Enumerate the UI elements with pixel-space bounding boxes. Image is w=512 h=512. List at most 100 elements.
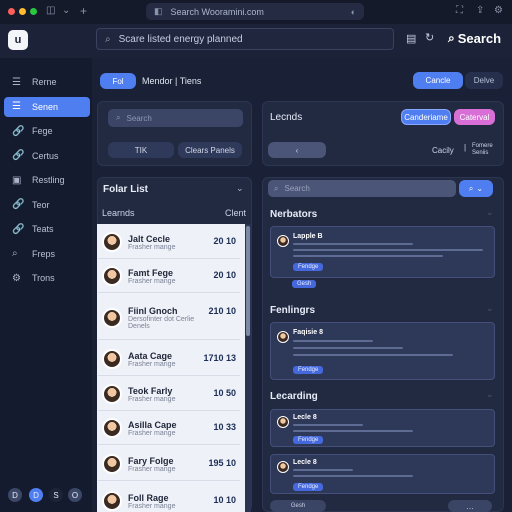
caterval-button[interactable]: Caterval — [454, 109, 495, 125]
sidebar-item-0[interactable]: ☰ Rerne — [4, 72, 90, 92]
list-item[interactable]: Foll Rage Frasher mange 10 10 — [98, 485, 240, 512]
card-tag[interactable]: Fendge — [293, 263, 324, 271]
share-icon[interactable]: ⇪ — [476, 5, 484, 16]
list-item[interactable]: Aata Cage Frasher mange 1710 13 — [98, 343, 240, 376]
search-input[interactable]: ⌕ Scare listed energy planned — [96, 28, 394, 50]
card-tag-button[interactable]: Gesh — [270, 500, 326, 512]
row-value: 10 10 — [213, 495, 236, 505]
row-value: 195 10 — [208, 458, 236, 468]
bottom-button-3[interactable]: S — [49, 488, 63, 502]
row-subtitle: Frasher mange — [128, 277, 176, 285]
row-value: 1710 13 — [203, 353, 236, 363]
sidebar-item-4[interactable]: ▣ Restling — [4, 170, 90, 190]
row-subtitle: Frasher mange — [128, 429, 176, 437]
settings-icon[interactable]: ⚙ — [494, 5, 503, 16]
list-item[interactable]: Jalt Cecle Frasher mange 20 10 — [98, 226, 240, 259]
new-tab-icon[interactable]: + — [80, 4, 87, 18]
search-button[interactable]: ⌕ Search — [448, 31, 501, 46]
bottom-button-4[interactable]: O — [68, 488, 82, 502]
app-logo[interactable]: u — [8, 30, 28, 50]
filter-right-button[interactable]: Clears Panels — [178, 142, 242, 158]
back-button[interactable]: ‹ — [268, 142, 326, 158]
chevron-left-icon: ‹ — [295, 145, 299, 155]
reload-icon[interactable]: ◐ — [351, 7, 356, 17]
detail-card[interactable]: Lapple B Fendge — [270, 226, 495, 278]
avatar — [277, 235, 289, 247]
list-item[interactable]: Famt Fege Frasher mange 20 10 — [98, 260, 240, 293]
filter-search-input[interactable]: ⌕ Search — [108, 109, 243, 127]
list-item[interactable]: Teok Farly Frasher mange 10 50 — [98, 378, 240, 411]
doc-icon[interactable]: ▤ — [406, 32, 416, 45]
more-button[interactable]: … — [448, 500, 492, 512]
chevron-down-icon[interactable]: ⌄ — [486, 389, 494, 400]
sidebar-item-label: Rerne — [32, 77, 57, 87]
refresh-icon[interactable]: ↻ — [425, 31, 434, 44]
row-value: 10 33 — [213, 422, 236, 432]
row-name: Teok Farly — [128, 385, 173, 396]
card-tag[interactable]: Gesh — [292, 280, 317, 288]
toolbar-pill[interactable]: Fol — [100, 73, 136, 89]
list-item[interactable]: Fiinl Gnoch Dersofinter dot Cerlie Denels 2… — [98, 296, 240, 340]
filter-left-button[interactable]: TIK — [108, 142, 174, 158]
card-tag[interactable]: Fendge — [293, 436, 324, 444]
right-panel-label2: Fomere Seniis — [472, 143, 493, 156]
chevron-down-icon[interactable]: ⌄ — [236, 183, 244, 194]
sidebar-item-label: Certus — [32, 150, 59, 161]
close-window-dot[interactable] — [8, 8, 15, 15]
sidebar-item-label: Freps — [32, 248, 56, 259]
bottom-button-1[interactable]: D — [8, 488, 22, 502]
card-line — [293, 469, 353, 471]
row-name: Asilla Cape — [128, 419, 177, 430]
list-scrollbar-thumb[interactable] — [246, 226, 250, 336]
sidebar-item-label: Restling — [32, 175, 65, 185]
search-icon: ⌕ — [274, 183, 279, 193]
detail-card[interactable]: Faqisie 8 Fendge — [270, 322, 495, 380]
detail-search-input[interactable]: ⌕ Search — [268, 180, 456, 197]
maximize-window-dot[interactable] — [30, 8, 37, 15]
sidebar-item-1[interactable]: ☰ Senen — [4, 96, 90, 117]
sidebar-item-5[interactable]: 🔗 Teor — [4, 195, 90, 215]
sidebar-item-8[interactable]: ⚙ Trons — [4, 268, 90, 288]
card-tag[interactable]: Fendge — [293, 366, 324, 374]
cancel-button[interactable]: Cancle — [413, 72, 463, 89]
row-name: Foll Rage — [128, 492, 169, 503]
sidebar-icon[interactable]: ◫ — [46, 5, 55, 16]
row-name: Famt Fege — [128, 267, 174, 278]
delve-button[interactable]: Delve — [465, 72, 503, 89]
chevron-down-icon[interactable]: ⌄ — [62, 5, 70, 16]
sidebar-item-3[interactable]: 🔗 Certus — [4, 146, 90, 166]
minimize-window-dot[interactable] — [19, 8, 26, 15]
sidebar-item-6[interactable]: 🔗 Teats — [4, 219, 90, 239]
list-scrollbar[interactable] — [245, 224, 251, 512]
sidebar-item-7[interactable]: ⌕ Freps — [4, 244, 90, 264]
sidebar-item-2[interactable]: 🔗 Fege — [4, 121, 90, 141]
card-name: Faqisie 8 — [293, 329, 323, 336]
search-placeholder: Scare listed energy planned — [118, 33, 243, 45]
logo-letter: u — [14, 34, 22, 46]
chevron-down-icon[interactable]: ⌄ — [486, 207, 494, 218]
url-bar[interactable]: ◧ Search Wooramini.com ◐ — [146, 3, 364, 20]
detail-card[interactable]: Lecle 8 Fendge — [270, 409, 495, 447]
list-item[interactable]: Asilla Cape Frasher mange 10 33 — [98, 412, 240, 445]
avatar — [102, 232, 122, 252]
sidebar-item-label: Teats — [32, 224, 54, 234]
shield-icon: ◧ — [154, 6, 163, 16]
card-name: Lapple B — [293, 233, 323, 240]
candidate-button[interactable]: Canderiame — [401, 109, 451, 125]
chevron-down-icon[interactable]: ⌄ — [486, 303, 494, 314]
bottom-button-label: O — [71, 490, 79, 500]
avatar — [102, 266, 122, 286]
delve-button-label: Delve — [473, 76, 495, 85]
detail-card[interactable]: Lecle 8 Fendge — [270, 454, 495, 494]
candidate-button-label: Canderiame — [404, 112, 448, 122]
bottom-button-2[interactable]: D — [29, 488, 43, 502]
link-icon: 🔗 — [12, 199, 25, 210]
card-tag[interactable]: Fendge — [293, 483, 324, 491]
puzzle-icon[interactable]: ⛶ — [456, 5, 463, 16]
filter-search-placeholder: Search — [126, 113, 152, 123]
sidebar-item-label: Fege — [32, 126, 53, 136]
list-item[interactable]: Fary Folge Frasher mange 195 10 — [98, 448, 240, 481]
card-line — [293, 243, 413, 245]
detail-search-button[interactable]: ⌕ ⌄ — [459, 180, 493, 197]
card-line — [293, 475, 413, 477]
